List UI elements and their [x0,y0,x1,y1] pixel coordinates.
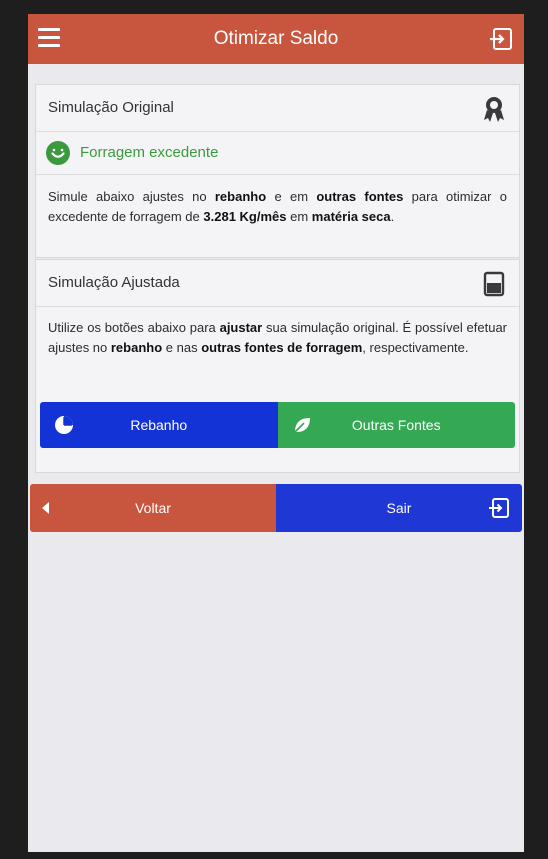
adjusted-description: Utilize os botões abaixo para ajustar su… [48,320,508,355]
award-ribbon-icon [484,97,504,122]
device-frame: Otimizar Saldo Simulação Original Forrag… [0,0,548,859]
adjust-button-group: Rebanho Outras Fontes [40,402,515,448]
sign-out-icon[interactable] [488,26,514,52]
adjusted-simulation-card: Simulação Ajustada Utilize os botões aba… [35,259,520,473]
herd-button-label: Rebanho [130,417,188,433]
other-sources-button-label: Outras Fontes [351,417,441,433]
original-description: Simule abaixo ajustes no rebanho e em ou… [48,189,508,224]
status-row: Forragem excedente [36,132,519,175]
smile-icon [46,141,70,165]
back-button[interactable]: Voltar [30,484,276,532]
original-card-header: Simulação Original [36,85,519,132]
status-text: Forragem excedente [80,144,219,161]
original-simulation-card: Simulação Original Forragem excedente Si… [35,84,520,258]
back-button-label: Voltar [135,500,171,516]
beaker-icon [483,271,505,297]
pie-chart-icon [55,416,73,434]
adjusted-card-header: Simulação Ajustada [36,260,519,307]
exit-button[interactable]: Sair [276,484,522,532]
herd-button[interactable]: Rebanho [40,402,278,448]
bottom-nav: Voltar Sair [30,484,522,532]
original-card-title: Simulação Original [48,99,174,116]
app-bar: Otimizar Saldo [28,14,524,64]
exit-button-label: Sair [386,500,412,516]
other-sources-button[interactable]: Outras Fontes [277,402,515,448]
adjusted-card-title: Simulação Ajustada [48,274,180,291]
leaf-icon [293,418,310,433]
app-screen: Otimizar Saldo Simulação Original Forrag… [28,14,524,852]
page-title: Otimizar Saldo [213,28,339,49]
chevron-left-icon [42,502,49,514]
sign-out-icon [489,498,509,518]
